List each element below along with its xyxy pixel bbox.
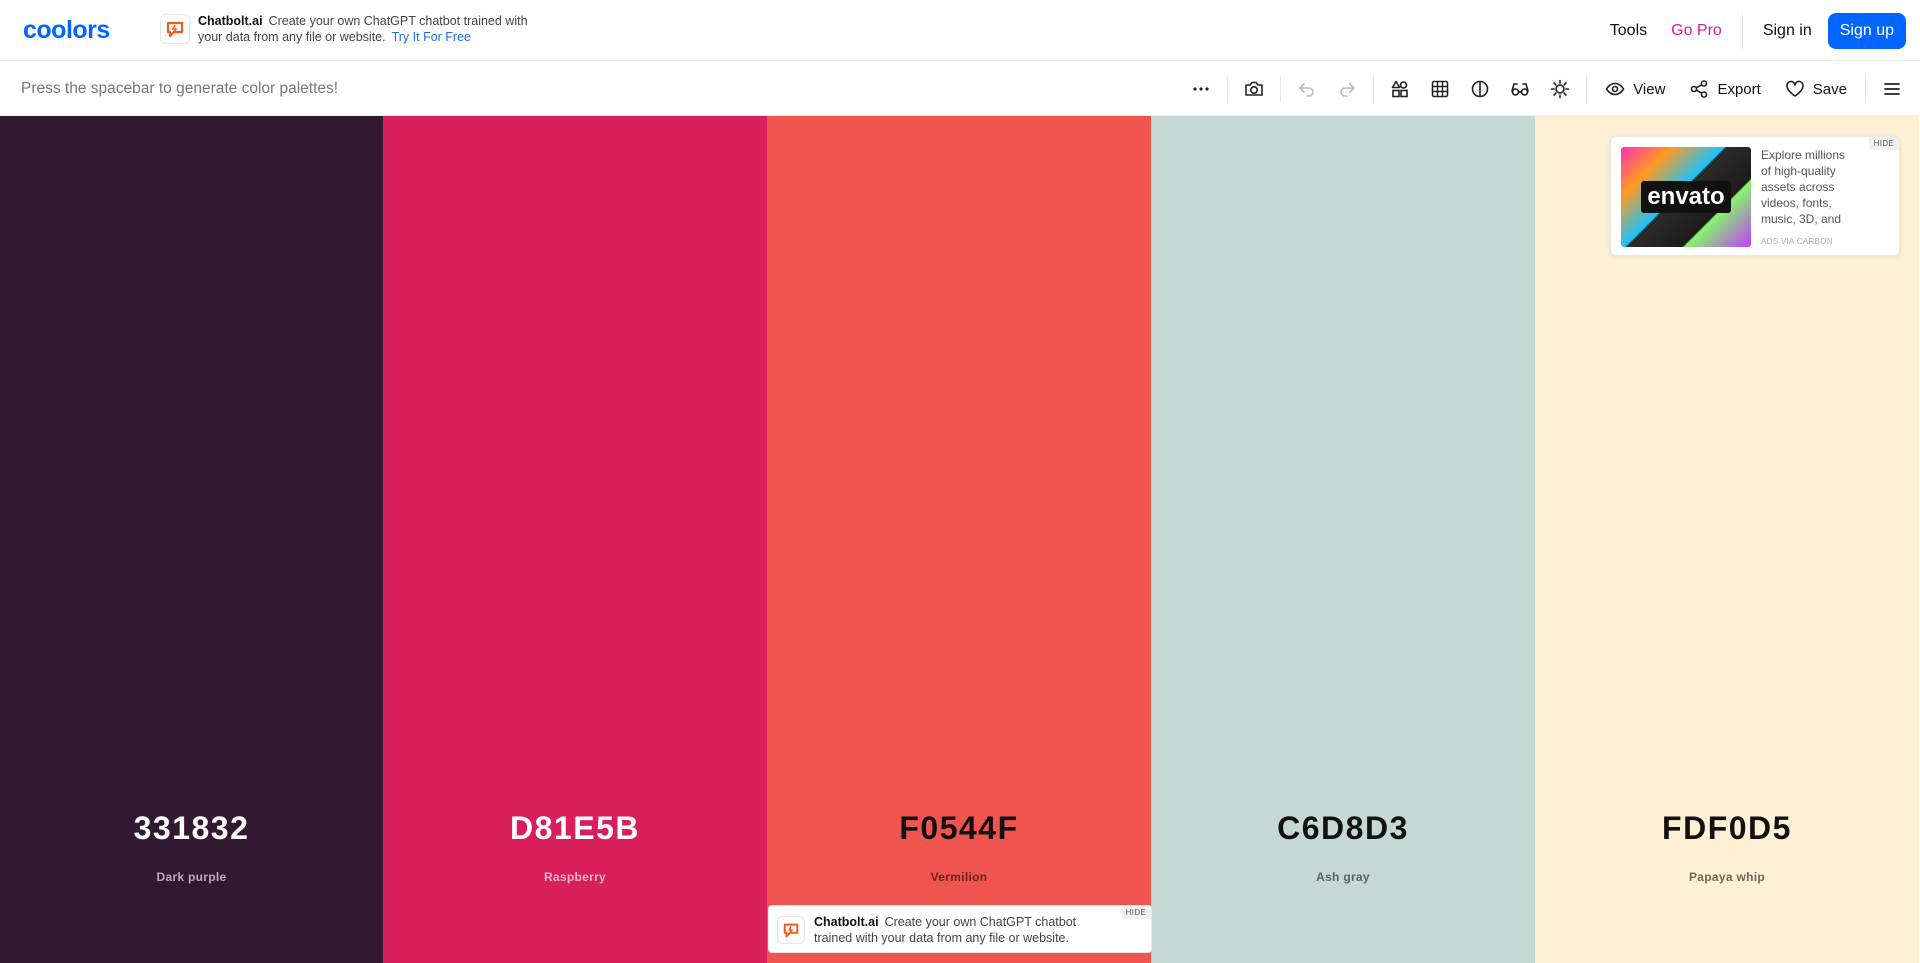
glasses-icon <box>1511 83 1529 96</box>
color-name: Dark purple <box>156 870 227 884</box>
color-hex-code[interactable]: D81E5B <box>383 810 767 847</box>
camera-icon <box>1245 81 1263 96</box>
svg-text:coolors: coolors <box>23 17 110 43</box>
toolbar-actions: View Export Save <box>1181 62 1920 116</box>
color-hex-code[interactable]: C6D8D3 <box>1151 810 1535 847</box>
divider <box>1373 76 1375 102</box>
color-name: Papaya whip <box>1689 870 1765 884</box>
divider <box>1586 76 1588 102</box>
menu-button[interactable] <box>1872 69 1912 109</box>
hide-ad-button[interactable]: HIDE <box>1120 906 1151 919</box>
ad-brand: Chatbolt.ai <box>198 14 263 28</box>
undo-icon <box>1299 83 1314 97</box>
color-swatch[interactable]: D81E5B Raspberry <box>383 116 767 963</box>
menu-icon <box>1884 83 1900 95</box>
color-name: Vermilion <box>930 870 988 884</box>
account-nav: Tools Go Pro Sign in Sign up <box>1598 13 1906 49</box>
divider <box>1865 76 1866 102</box>
color-swatch[interactable]: F0544F Vermilion <box>767 116 1151 963</box>
contrast-checker-button[interactable] <box>1460 69 1500 109</box>
contrast-icon <box>1471 80 1489 98</box>
quick-view-button[interactable] <box>1420 69 1460 109</box>
shapes-icon <box>1391 80 1408 98</box>
redo-button[interactable] <box>1327 69 1367 109</box>
sign-up-button[interactable]: Sign up <box>1827 13 1906 49</box>
save-button[interactable]: Save <box>1773 69 1859 109</box>
redo-icon <box>1340 83 1355 97</box>
undo-button[interactable] <box>1287 69 1327 109</box>
ads-via-carbon[interactable]: ADS VIA CARBON <box>1761 237 1833 246</box>
ad-cta-link[interactable]: Try It For Free <box>392 30 471 44</box>
theme-toggle-button[interactable] <box>1540 69 1580 109</box>
spacebar-hint: Press the spacebar to generate color pal… <box>21 80 339 97</box>
ad-brand: Chatbolt.ai <box>814 915 879 929</box>
eye-icon <box>1605 82 1625 96</box>
top-navigation: coolors Chatbolt.ai Create your own ChatG… <box>0 0 1920 61</box>
top-ad-text: Chatbolt.ai Create your own ChatGPT chatb… <box>198 14 528 45</box>
sun-icon <box>1550 79 1570 99</box>
adjust-palette-button[interactable] <box>1380 69 1420 109</box>
coolors-logo[interactable]: coolors <box>23 17 135 43</box>
color-name: Raspberry <box>543 870 607 884</box>
export-button[interactable]: Export <box>1677 69 1772 109</box>
color-blindness-button[interactable] <box>1500 69 1540 109</box>
ad-image[interactable]: envato <box>1621 147 1751 247</box>
divider <box>1280 76 1282 102</box>
grid-icon <box>1431 80 1449 98</box>
color-name: Ash gray <box>1316 870 1370 884</box>
tools-link[interactable]: Tools <box>1598 22 1659 40</box>
ad-image-logo: envato <box>1641 181 1731 213</box>
divider <box>1741 13 1743 49</box>
more-icon <box>1193 87 1209 91</box>
color-hex-code[interactable]: F0544F <box>767 810 1151 847</box>
export-label: Export <box>1717 80 1761 98</box>
bottom-ad-text: Chatbolt.ai Create your own ChatGPT chatb… <box>814 914 1114 946</box>
logo-mark: coolors <box>23 17 110 43</box>
divider <box>1227 76 1229 102</box>
heart-icon <box>1785 80 1804 97</box>
save-label: Save <box>1812 80 1847 98</box>
top-sponsored-ad[interactable]: Chatbolt.ai Create your own ChatGPT chatb… <box>160 14 528 45</box>
more-options-button[interactable] <box>1181 69 1221 109</box>
go-pro-link[interactable]: Go Pro <box>1659 22 1734 40</box>
view-label: View <box>1633 80 1666 98</box>
sign-in-link[interactable]: Sign in <box>1751 22 1824 40</box>
carbon-ad[interactable]: envato Explore millions of high-quality … <box>1610 136 1900 256</box>
color-hex-code[interactable]: FDF0D5 <box>1535 810 1919 847</box>
carbon-ad-text[interactable]: Explore millions of high-quality assets … <box>1761 147 1856 227</box>
color-hex-code[interactable]: 331832 <box>0 810 383 847</box>
screenshot-button[interactable] <box>1234 69 1274 109</box>
bottom-sponsored-ad[interactable]: Chatbolt.ai Create your own ChatGPT chatb… <box>768 905 1152 953</box>
share-icon <box>1691 80 1708 98</box>
view-button[interactable]: View <box>1593 69 1677 109</box>
chatbolt-logo-icon <box>777 916 805 944</box>
hide-ad-button[interactable]: HIDE <box>1868 137 1899 150</box>
color-swatch[interactable]: 331832 Dark purple <box>0 116 383 963</box>
palette-toolbar: Press the spacebar to generate color pal… <box>0 62 1920 116</box>
chatbolt-logo-icon <box>160 14 190 44</box>
color-swatch[interactable]: C6D8D3 Ash gray <box>1151 116 1535 963</box>
